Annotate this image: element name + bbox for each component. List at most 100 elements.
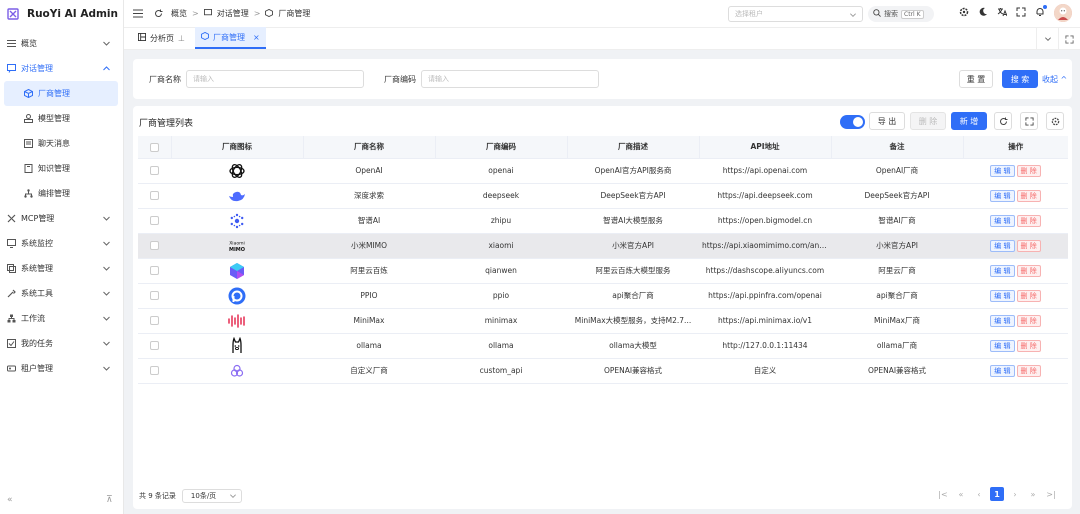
next-group-icon[interactable]: » [1026, 487, 1040, 501]
pin-icon[interactable]: ⊼ [106, 495, 113, 505]
table-row[interactable]: 智谱AI zhipu 智谱AI大模型服务 https://open.bigmod… [138, 208, 1068, 234]
tab-vendor[interactable]: 厂商管理 × [194, 27, 266, 49]
refresh-icon[interactable] [994, 112, 1012, 130]
vendor-name-input[interactable]: 请输入 [186, 70, 364, 88]
edit-button[interactable]: 编 辑 [990, 314, 1015, 327]
table-row[interactable]: OpenAI openai OpenAI官方API服务商 https://api… [138, 158, 1068, 184]
delete-button[interactable]: 删 除 [1016, 189, 1041, 202]
pagination-info: 共 9 条记录 10条/页 [139, 489, 242, 503]
edit-button[interactable]: 编 辑 [990, 164, 1015, 177]
avatar[interactable] [1054, 4, 1072, 22]
sidebar-item-orchestration[interactable]: 编排管理 [4, 181, 118, 206]
last-page-icon[interactable]: >| [1044, 487, 1058, 501]
menu-toggle-icon[interactable] [133, 9, 143, 19]
delete-button[interactable]: 删 除 [1016, 264, 1041, 277]
tabs-maximize-icon[interactable] [1058, 28, 1080, 50]
sidebar-item-tenant[interactable]: 租户管理 [0, 356, 123, 381]
tabs-dropdown-icon[interactable] [1036, 28, 1058, 50]
vendor-desc: DeepSeek官方API [567, 183, 699, 209]
breadcrumb-item[interactable]: 概览 [171, 8, 187, 19]
row-checkbox[interactable] [150, 291, 159, 301]
edit-button[interactable]: 编 辑 [990, 189, 1015, 202]
prev-group-icon[interactable]: « [954, 487, 968, 501]
delete-button[interactable]: 删 除 [1016, 339, 1041, 352]
bell-icon[interactable] [1035, 5, 1047, 19]
edit-button[interactable]: 编 辑 [990, 364, 1015, 377]
app-logo[interactable]: RuoYi AI Admin [0, 0, 123, 28]
table-row[interactable]: ollama ollama ollama大模型 http://127.0.0.1… [138, 333, 1068, 359]
delete-button[interactable]: 删 除 [1016, 214, 1041, 227]
fullscreen-icon[interactable] [1016, 7, 1026, 19]
table-row[interactable]: MiniMax minimax MiniMax大模型服务，支持M2.7... h… [138, 308, 1068, 334]
sidebar-item-monitor[interactable]: 系统监控 [0, 231, 123, 256]
collapse-sidebar-icon[interactable]: « [7, 495, 13, 505]
vendor-api: https://dashscope.aliyuncs.com [699, 258, 831, 284]
delete-button[interactable]: 删 除 [1016, 164, 1041, 177]
export-button[interactable]: 导 出 [869, 112, 905, 130]
first-page-icon[interactable]: |< [936, 487, 950, 501]
row-checkbox[interactable] [150, 341, 159, 351]
sidebar-item-messages[interactable]: 聊天消息 [4, 131, 118, 156]
pin-icon[interactable]: ⊥ [178, 34, 185, 43]
reset-button[interactable]: 重 置 [959, 70, 993, 88]
sidebar-item-tasks[interactable]: 我的任务 [0, 331, 123, 356]
table-header: 厂商图标 厂商名称 厂商编码 厂商描述 API地址 备注 操作 [138, 136, 1068, 159]
search-button[interactable]: 搜 索 [1002, 70, 1038, 88]
sidebar-item-tools[interactable]: 系统工具 [0, 281, 123, 306]
next-page-icon[interactable]: › [1008, 487, 1022, 501]
list-card: 厂商管理列表 导 出 删 除 新 增 厂商图标 厂商名称 厂商编码 厂商描述 A… [133, 106, 1072, 509]
row-checkbox[interactable] [150, 266, 159, 276]
sidebar-item-chat[interactable]: 对话管理 [0, 56, 123, 81]
fullscreen-icon[interactable] [1020, 112, 1038, 130]
refresh-icon[interactable] [153, 9, 163, 19]
view-toggle[interactable] [840, 115, 865, 129]
page-size-select[interactable]: 10条/页 [181, 489, 242, 503]
delete-button[interactable]: 删 除 [1016, 289, 1041, 302]
sidebar-item-overview[interactable]: 概览 [0, 31, 123, 56]
row-checkbox[interactable] [150, 216, 159, 226]
edit-button[interactable]: 编 辑 [990, 239, 1015, 252]
page-number[interactable]: 1 [990, 487, 1004, 501]
vendor-code: ppio [435, 283, 567, 309]
select-all-checkbox[interactable] [138, 136, 172, 159]
sidebar-item-system[interactable]: 系统管理 [0, 256, 123, 281]
delete-button[interactable]: 删 除 [1016, 239, 1041, 252]
column-settings-icon[interactable] [1046, 112, 1064, 130]
global-search[interactable]: 搜索 Ctrl K [868, 6, 934, 22]
add-button[interactable]: 新 增 [951, 112, 987, 130]
collapse-link[interactable]: 收起 ^ [1042, 74, 1067, 85]
vendor-code-input[interactable]: 请输入 [421, 70, 599, 88]
sidebar-item-workflow[interactable]: 工作流 [0, 306, 123, 331]
table-row[interactable]: 深度求索 deepseek DeepSeek官方API https://api.… [138, 183, 1068, 209]
tenant-select[interactable]: 选择租户 [728, 6, 863, 22]
sidebar-item-vendor[interactable]: 厂商管理 [4, 81, 118, 106]
row-checkbox[interactable] [150, 241, 159, 251]
settings-icon[interactable] [959, 7, 969, 19]
edit-button[interactable]: 编 辑 [990, 264, 1015, 277]
table-row[interactable]: 自定义厂商 custom_api OPENAI兼容格式 自定义 OPENAI兼容… [138, 358, 1068, 384]
translate-icon[interactable] [997, 7, 1008, 19]
row-checkbox[interactable] [150, 316, 159, 326]
theme-moon-icon[interactable] [978, 7, 988, 19]
vendor-remark: api聚合厂商 [831, 283, 963, 309]
delete-button[interactable]: 删 除 [1016, 314, 1041, 327]
close-icon[interactable]: × [253, 33, 260, 42]
edit-button[interactable]: 编 辑 [990, 339, 1015, 352]
row-checkbox[interactable] [150, 366, 159, 376]
delete-button[interactable]: 删 除 [1016, 364, 1041, 377]
table-row[interactable]: PPIO ppio api聚合厂商 https://api.ppinfra.co… [138, 283, 1068, 309]
table-row[interactable]: 阿里云百炼 qianwen 阿里云百炼大模型服务 https://dashsco… [138, 258, 1068, 284]
sidebar-item-mcp[interactable]: MCP管理 [0, 206, 123, 231]
row-checkbox[interactable] [150, 191, 159, 201]
bulk-delete-button[interactable]: 删 除 [910, 112, 946, 130]
table-row[interactable]: Xiaomi MIMO 小米MIMO xiaomi 小米官方API https:/… [138, 233, 1068, 259]
breadcrumb-item[interactable]: 对话管理 [217, 8, 249, 19]
edit-button[interactable]: 编 辑 [990, 289, 1015, 302]
edit-button[interactable]: 编 辑 [990, 214, 1015, 227]
top-bar: 概览 > 对话管理 > 厂商管理 选择租户 搜索 Ctrl K [124, 0, 1080, 28]
sidebar-item-knowledge[interactable]: 知识管理 [4, 156, 118, 181]
tab-analysis[interactable]: 分析页 ⊥ [132, 27, 191, 49]
row-checkbox[interactable] [150, 166, 159, 176]
sidebar-item-model[interactable]: 模型管理 [4, 106, 118, 131]
prev-page-icon[interactable]: ‹ [972, 487, 986, 501]
